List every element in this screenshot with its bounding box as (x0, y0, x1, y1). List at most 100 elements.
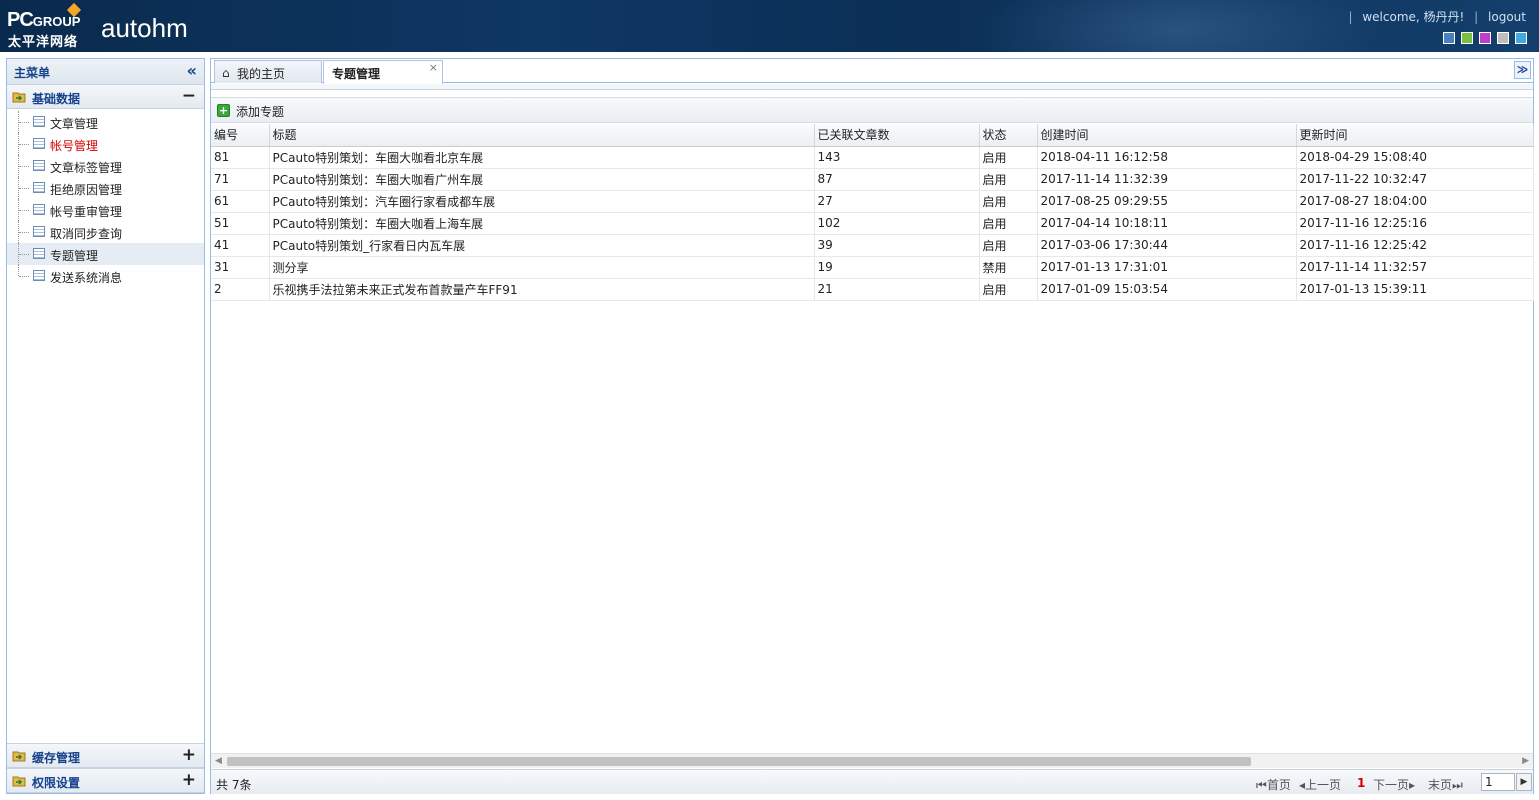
go-page-play-icon[interactable]: ▶ (1516, 773, 1532, 791)
col-header-id[interactable]: 编号 (211, 124, 270, 147)
cell-id: 61 (211, 190, 270, 213)
sidebar-item-account-review[interactable]: 帐号重审管理 (7, 199, 204, 221)
cell-id: 51 (211, 212, 270, 235)
welcome-text: welcome, 杨丹丹! (1362, 10, 1465, 24)
sidebar-item-account[interactable]: 帐号管理 (7, 133, 204, 155)
folder-arrow-icon (12, 776, 26, 787)
sidebar-item-system-message[interactable]: 发送系统消息 (7, 265, 204, 287)
theme-swatch-blue[interactable] (1443, 32, 1455, 44)
main-panel: ⌂ 我的主页 专题管理 × ≫ + 添加专题 编号 标题 已关联文章数 状态 创… (210, 58, 1534, 794)
cell-id: 41 (211, 234, 270, 257)
cell-article-count: 39 (814, 234, 980, 257)
horizontal-scrollbar[interactable]: ◀ ▶ (211, 753, 1533, 768)
menu-tree: 文章管理 帐号管理 文章标签管理 拒绝原因管理 帐号重审管理 取消同步查询 专题… (7, 109, 204, 287)
grid-icon (33, 248, 45, 259)
cell-status: 启用 (979, 146, 1038, 169)
next-page-icon: ▸ (1409, 778, 1416, 792)
cell-updated: 2017-11-14 11:32:57 (1296, 256, 1534, 279)
cell-id: 31 (211, 256, 270, 279)
first-page-button[interactable]: ⏮首页 (1256, 776, 1291, 793)
cell-created: 2017-08-25 09:29:55 (1037, 190, 1297, 213)
table-row[interactable]: 71 PCauto特别策划：车圈大咖看广州车展 87 启用 2017-11-14… (211, 168, 1534, 191)
theme-swatch-gray[interactable] (1497, 32, 1509, 44)
tab-home[interactable]: ⌂ 我的主页 (214, 60, 322, 83)
menu-group-basic-data[interactable]: 基础数据 − (7, 85, 204, 109)
user-bar: | welcome, 杨丹丹! | logout (1348, 10, 1526, 24)
tab-strip (211, 84, 1533, 90)
scrollbar-thumb[interactable] (227, 757, 1251, 766)
toolbar: + 添加专题 (211, 97, 1533, 123)
tab-topic-management[interactable]: 专题管理 × (323, 60, 443, 84)
table-row[interactable]: 31 测分享 19 禁用 2017-01-13 17:31:01 2017-11… (211, 256, 1534, 279)
sidebar-header: 主菜单 « (7, 59, 204, 85)
col-header-created[interactable]: 创建时间 (1037, 124, 1297, 147)
logout-link[interactable]: logout (1488, 10, 1526, 24)
col-header-article-count[interactable]: 已关联文章数 (814, 124, 980, 147)
col-header-status[interactable]: 状态 (979, 124, 1038, 147)
cell-article-count: 19 (814, 256, 980, 279)
first-page-icon: ⏮ (1256, 778, 1267, 792)
scroll-left-icon[interactable]: ◀ (215, 756, 222, 766)
header-sheen (969, 0, 1389, 52)
topic-grid: 编号 标题 已关联文章数 状态 创建时间 更新时间 81 PCauto特别策划：… (211, 124, 1534, 301)
last-page-icon: ⏭ (1452, 778, 1463, 792)
sidebar-item-topics[interactable]: 专题管理 (7, 243, 204, 265)
pagination-bar: 共 7条 ⏮首页 ◂上一页 1 下一页▸ 末页⏭ 1 ▶ (211, 769, 1533, 794)
cell-updated: 2017-01-13 15:39:11 (1296, 278, 1534, 301)
sidebar-item-article[interactable]: 文章管理 (7, 111, 204, 133)
cell-created: 2017-03-06 17:30:44 (1037, 234, 1297, 257)
cell-article-count: 87 (814, 168, 980, 191)
folder-arrow-icon (12, 751, 26, 762)
menu-group-permissions[interactable]: 权限设置 + (7, 768, 204, 793)
table-row[interactable]: 81 PCauto特别策划：车圈大咖看北京车展 143 启用 2018-04-1… (211, 146, 1534, 169)
cell-title: PCauto特别策划_行家看日内瓦车展 (269, 234, 815, 257)
sidebar-item-article-tags[interactable]: 文章标签管理 (7, 155, 204, 177)
sidebar: 主菜单 « 基础数据 − 文章管理 帐号管理 文章标签管理 拒绝原因管理 帐号重… (6, 58, 205, 794)
cell-status: 启用 (979, 168, 1038, 191)
app-title: autohm (101, 13, 188, 43)
page-number-input[interactable]: 1 (1481, 773, 1515, 791)
expand-group-icon[interactable]: + (182, 745, 196, 765)
table-row[interactable]: 2 乐视携手法拉第未来正式发布首款量产车FF91 21 启用 2017-01-0… (211, 278, 1534, 301)
cell-updated: 2017-11-22 10:32:47 (1296, 168, 1534, 191)
cell-article-count: 143 (814, 146, 980, 169)
menu-group-cache[interactable]: 缓存管理 + (7, 743, 204, 768)
cell-title: PCauto特别策划：汽车圈行家看成都车展 (269, 190, 815, 213)
grid-icon (33, 226, 45, 237)
collapse-sidebar-icon[interactable]: « (187, 62, 197, 80)
sidebar-item-reject-reasons[interactable]: 拒绝原因管理 (7, 177, 204, 199)
cell-title: 乐视携手法拉第未来正式发布首款量产车FF91 (269, 278, 815, 301)
cell-status: 禁用 (979, 256, 1038, 279)
theme-swatch-purple[interactable] (1479, 32, 1491, 44)
col-header-title[interactable]: 标题 (269, 124, 815, 147)
last-page-button[interactable]: 末页⏭ (1428, 776, 1463, 793)
cell-title: 测分享 (269, 256, 815, 279)
table-row[interactable]: 61 PCauto特别策划：汽车圈行家看成都车展 27 启用 2017-08-2… (211, 190, 1534, 213)
cell-created: 2017-04-14 10:18:11 (1037, 212, 1297, 235)
cell-created: 2018-04-11 16:12:58 (1037, 146, 1297, 169)
cell-id: 71 (211, 168, 270, 191)
expand-group-icon[interactable]: + (182, 770, 196, 790)
grid-icon (33, 116, 45, 127)
total-count: 共 7条 (216, 778, 252, 792)
grid-icon (33, 160, 45, 171)
cell-updated: 2017-11-16 12:25:16 (1296, 212, 1534, 235)
theme-swatch-cyan[interactable] (1515, 32, 1527, 44)
col-header-updated[interactable]: 更新时间 (1296, 124, 1534, 147)
cell-updated: 2017-08-27 18:04:00 (1296, 190, 1534, 213)
cell-created: 2017-01-13 17:31:01 (1037, 256, 1297, 279)
prev-page-button[interactable]: ◂上一页 (1299, 776, 1341, 793)
next-page-button[interactable]: 下一页▸ (1373, 776, 1415, 793)
tab-menu-chevron-icon[interactable]: ≫ (1514, 61, 1531, 79)
theme-swatch-green[interactable] (1461, 32, 1473, 44)
sidebar-item-cancel-sync[interactable]: 取消同步查询 (7, 221, 204, 243)
cell-article-count: 21 (814, 278, 980, 301)
scroll-right-icon[interactable]: ▶ (1522, 756, 1529, 766)
close-tab-icon[interactable]: × (429, 61, 438, 74)
table-row[interactable]: 41 PCauto特别策划_行家看日内瓦车展 39 启用 2017-03-06 … (211, 234, 1534, 257)
table-row[interactable]: 51 PCauto特别策划：车圈大咖看上海车展 102 启用 2017-04-1… (211, 212, 1534, 235)
cell-id: 2 (211, 278, 270, 301)
theme-switcher (1443, 32, 1527, 44)
grid-icon (33, 138, 45, 149)
collapse-group-icon[interactable]: − (182, 86, 196, 106)
